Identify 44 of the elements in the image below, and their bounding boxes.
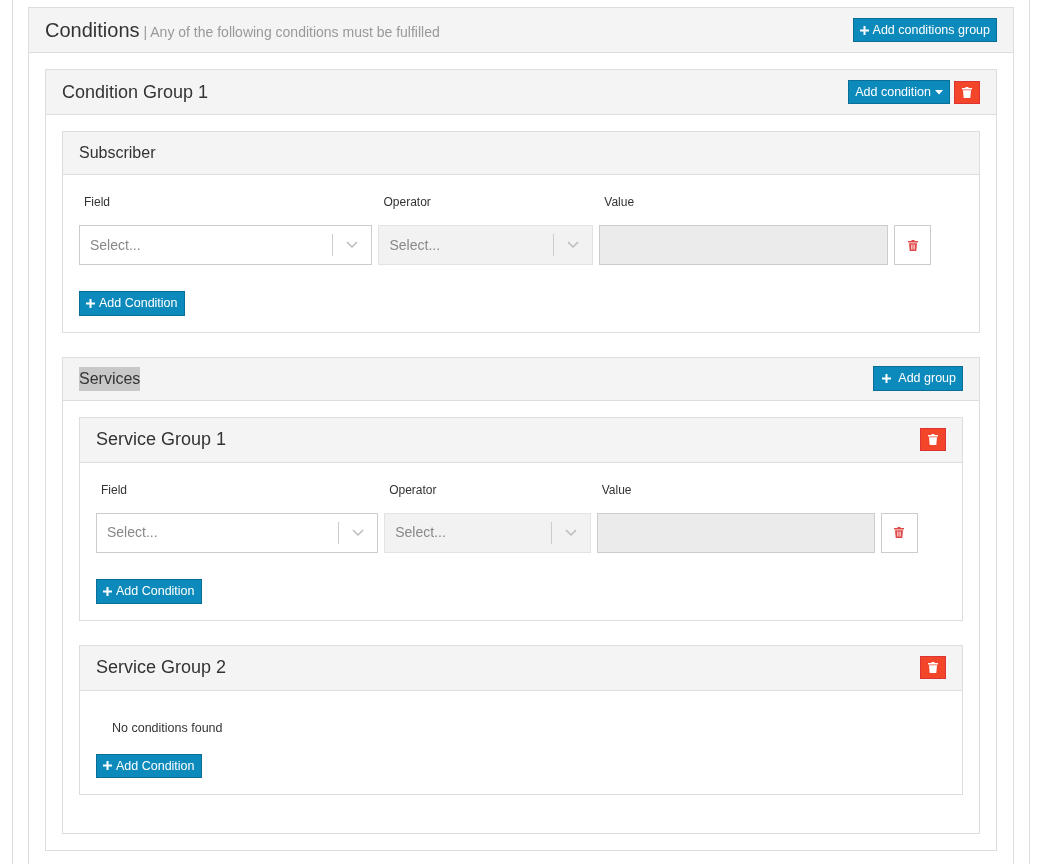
chevron-down-icon [352, 528, 365, 537]
delete-button[interactable] [920, 428, 946, 452]
operator-select: Select... [384, 512, 591, 553]
plus-icon [103, 586, 112, 596]
group-title: Condition Group 1 [62, 80, 209, 104]
field-label: Field [100, 481, 128, 499]
add-condition-button[interactable]: Add Condition [96, 578, 202, 604]
add-group-button[interactable]: Add group [873, 366, 963, 392]
empty-message: No conditions found [111, 719, 224, 737]
value-label: Value [600, 481, 633, 499]
field-label: Field [83, 194, 111, 211]
add-condition-button[interactable]: Add Condition [96, 753, 202, 779]
value-label: Value [603, 194, 636, 211]
field-select[interactable]: Select... [96, 512, 379, 553]
field-select[interactable]: Select... [79, 225, 373, 265]
plus-icon [882, 374, 892, 384]
panel-subtitle: | Any of the following conditions must be fulfilled [143, 23, 440, 42]
chevron-down-icon [567, 241, 580, 249]
caret-icon [935, 89, 943, 95]
panel-title: Conditions [45, 18, 140, 43]
chevron-down-icon [564, 528, 577, 537]
plus-icon [86, 298, 95, 308]
trash-icon [928, 434, 938, 446]
operator-label: Operator [388, 481, 438, 499]
section-title: Subscriber [79, 143, 156, 163]
add-conditions-group-button[interactable]: Add conditions group [852, 17, 997, 43]
add-condition-dropdown[interactable]: Add condition [848, 79, 950, 105]
plus-icon [859, 25, 869, 35]
delete-condition-button[interactable] [894, 225, 932, 265]
plus-icon [103, 761, 112, 771]
trash-icon [962, 86, 972, 98]
trash-icon [894, 527, 905, 539]
add-condition-button[interactable]: Add Condition [79, 291, 185, 316]
trash-icon [907, 239, 918, 251]
trash-icon [928, 662, 938, 674]
chevron-down-icon [346, 241, 359, 249]
delete-button[interactable] [920, 656, 946, 680]
operator-select: Select... [378, 225, 594, 265]
delete-button[interactable] [954, 80, 980, 104]
group-title: Service Group 1 [96, 428, 227, 452]
section-title: Services [79, 366, 141, 391]
operator-label: Operator [382, 194, 432, 211]
delete-condition-button[interactable] [880, 512, 918, 553]
group-title: Service Group 2 [96, 656, 227, 680]
